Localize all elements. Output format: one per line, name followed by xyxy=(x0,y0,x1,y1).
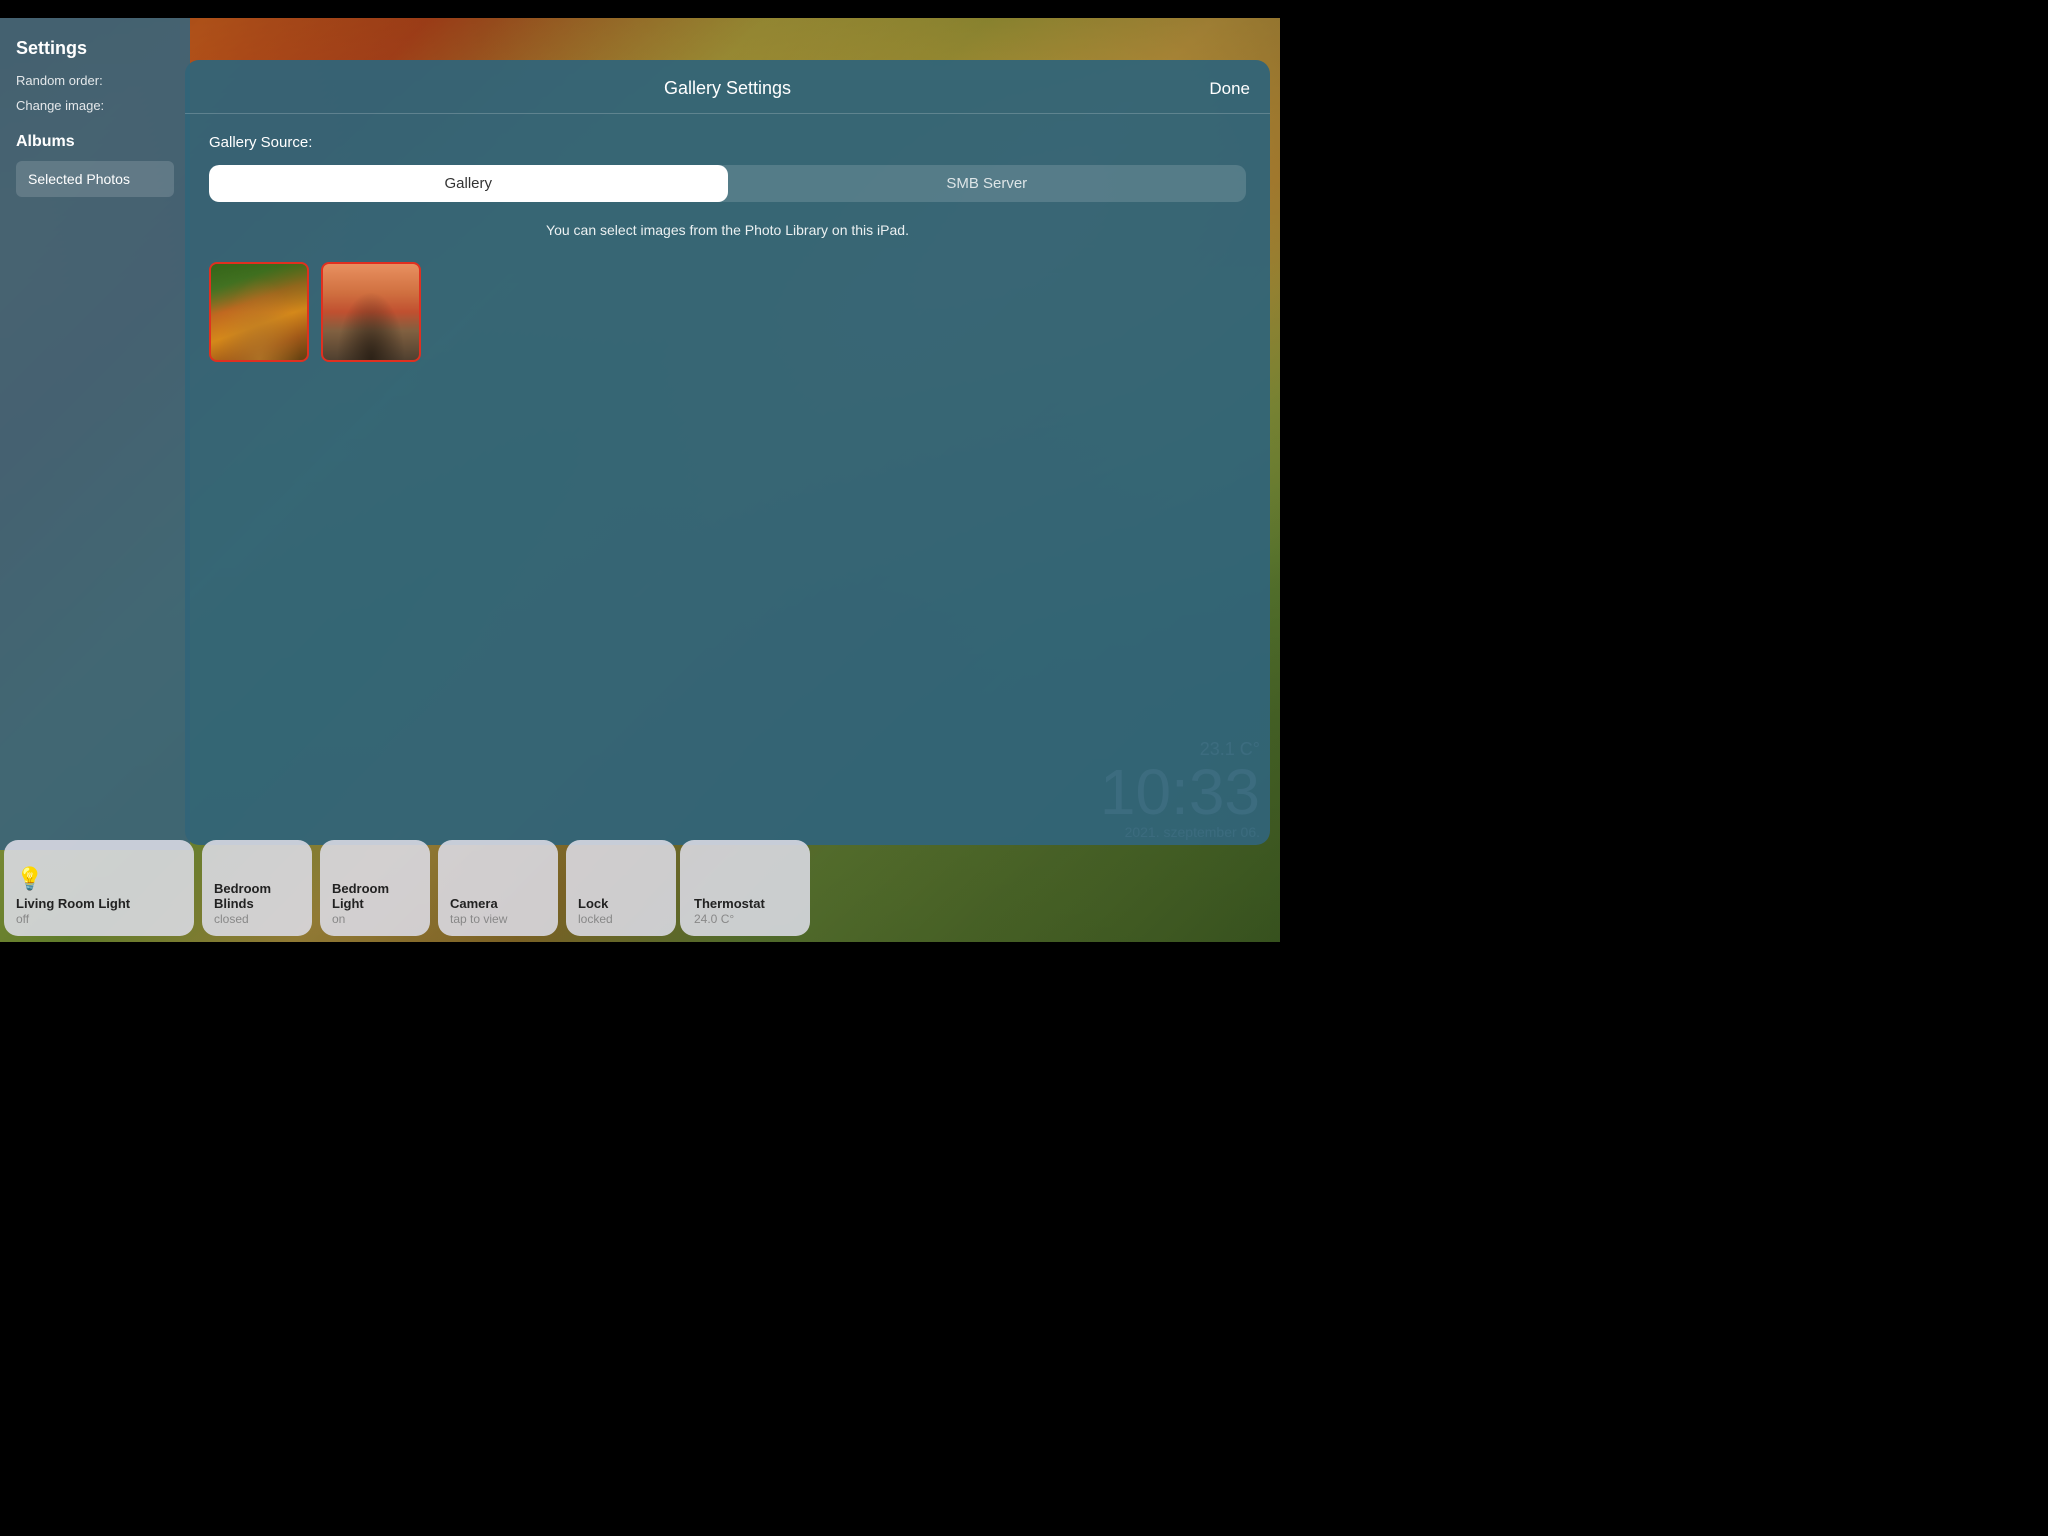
change-image-label: Change image: xyxy=(16,98,174,113)
gallery-toggle-button[interactable]: Gallery xyxy=(209,165,728,202)
gallery-settings-modal: Gallery Settings Done Gallery Source: Ga… xyxy=(185,60,1270,845)
thermostat-widget-status: 24.0 C° xyxy=(694,912,796,926)
widget-bar: 💡 Living Room Light off Bedroom Blinds c… xyxy=(0,834,1280,942)
clock-display-area xyxy=(814,834,1280,942)
living-room-light-name: Living Room Light xyxy=(16,896,182,912)
source-toggle: Gallery SMB Server xyxy=(209,165,1246,202)
living-room-light-widget[interactable]: 💡 Living Room Light off xyxy=(4,840,194,936)
selected-photos-item[interactable]: Selected Photos xyxy=(16,161,174,197)
living-room-light-icon: 💡 xyxy=(16,866,182,892)
camera-widget-status: tap to view xyxy=(450,912,546,926)
done-button[interactable]: Done xyxy=(1209,79,1250,99)
lock-widget[interactable]: Lock locked xyxy=(566,840,676,936)
photo-grid xyxy=(209,262,1246,362)
modal-title: Gallery Settings xyxy=(664,78,791,99)
thermostat-widget-name: Thermostat xyxy=(694,896,796,912)
bedroom-blinds-widget[interactable]: Bedroom Blinds closed xyxy=(202,840,312,936)
thermostat-widget[interactable]: Thermostat 24.0 C° xyxy=(680,840,810,936)
bedroom-blinds-status: closed xyxy=(214,912,300,926)
random-order-label: Random order: xyxy=(16,73,174,88)
albums-title: Albums xyxy=(16,133,174,151)
top-bar xyxy=(0,0,1280,18)
gallery-source-label: Gallery Source: xyxy=(209,134,1246,151)
camera-widget-name: Camera xyxy=(450,896,546,912)
settings-title: Settings xyxy=(16,38,174,59)
photo-thumb-forest[interactable] xyxy=(209,262,309,362)
smb-server-toggle-button[interactable]: SMB Server xyxy=(728,165,1247,202)
settings-panel: Settings Random order: Change image: Alb… xyxy=(0,18,190,850)
bedroom-blinds-name: Bedroom Blinds xyxy=(214,881,300,912)
modal-header: Gallery Settings Done xyxy=(185,60,1270,114)
photo-thumb-tree[interactable] xyxy=(321,262,421,362)
lock-widget-name: Lock xyxy=(578,896,664,912)
bedroom-light-widget[interactable]: Bedroom Light on xyxy=(320,840,430,936)
bottom-bar xyxy=(0,942,1280,960)
modal-body: Gallery Source: Gallery SMB Server You c… xyxy=(185,114,1270,845)
lock-widget-status: locked xyxy=(578,912,664,926)
living-room-light-status: off xyxy=(16,912,182,926)
gallery-hint-text: You can select images from the Photo Lib… xyxy=(209,222,1246,238)
bedroom-light-name: Bedroom Light xyxy=(332,881,418,912)
bedroom-light-status: on xyxy=(332,912,418,926)
camera-widget[interactable]: Camera tap to view xyxy=(438,840,558,936)
